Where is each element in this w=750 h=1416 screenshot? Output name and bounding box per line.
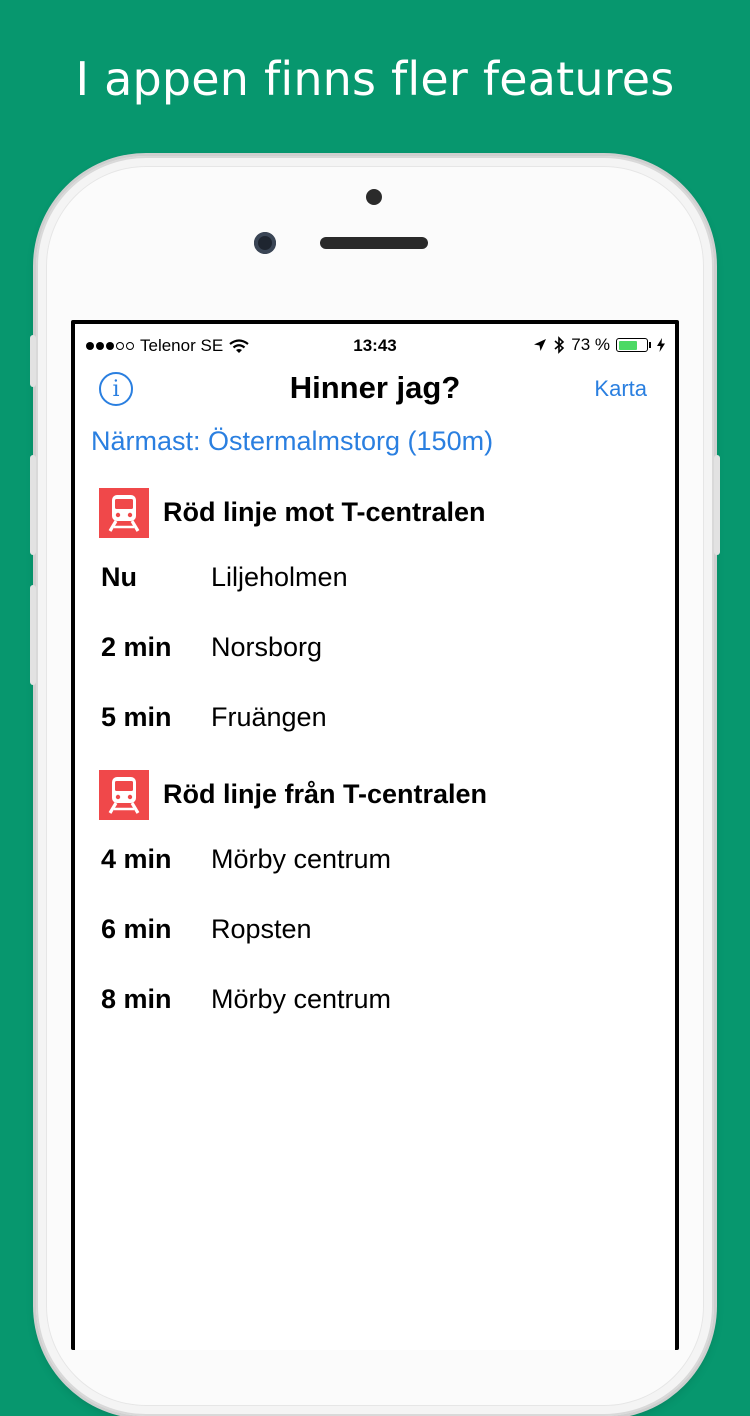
metro-train-icon: [99, 770, 149, 820]
departure-row[interactable]: 2 min Norsborg: [75, 626, 675, 696]
navigation-bar: i Hinner jag? Karta: [75, 364, 675, 416]
metro-train-icon: [99, 488, 149, 538]
promo-headline: I appen finns fler features: [75, 52, 675, 106]
departure-time: 2 min: [101, 632, 172, 662]
app-screen: Telenor SE 13:43 73 % i Hinner jag? Kart…: [75, 324, 675, 1350]
departure-row[interactable]: 6 min Ropsten: [75, 908, 675, 978]
departure-time: Nu: [101, 562, 137, 592]
departure-time: 5 min: [101, 702, 172, 732]
departure-destination: Norsborg: [211, 632, 323, 662]
departure-destination: Fruängen: [211, 702, 327, 732]
battery-level-fill: [618, 340, 638, 350]
departure-destination: Mörby centrum: [211, 984, 392, 1014]
battery-tip: [649, 342, 651, 348]
status-right: 73 %: [533, 335, 665, 355]
section-title: Röd linje mot T-centralen: [163, 497, 486, 527]
earpiece-speaker: [320, 237, 428, 249]
front-sensor: [366, 189, 382, 205]
departure-destination: Liljeholmen: [211, 562, 348, 592]
section-title: Röd linje från T-centralen: [163, 779, 488, 809]
charging-icon: [657, 338, 665, 352]
departure-row[interactable]: 8 min Mörby centrum: [75, 978, 675, 1048]
page-title: Hinner jag?: [289, 370, 461, 405]
section-header: Röd linje mot T-centralen: [75, 484, 675, 556]
section-1: Röd linje mot T-centralen Nu Liljeholmen…: [75, 484, 675, 766]
power-button: [714, 455, 720, 555]
departure-time: 8 min: [101, 984, 172, 1014]
departure-row[interactable]: 4 min Mörby centrum: [75, 838, 675, 908]
departure-row[interactable]: 5 min Fruängen: [75, 696, 675, 766]
departure-row[interactable]: Nu Liljeholmen: [75, 556, 675, 626]
battery-percent: 73 %: [571, 335, 610, 354]
battery-icon: [616, 338, 648, 352]
departure-destination: Ropsten: [211, 914, 312, 944]
bluetooth-icon: [554, 336, 565, 354]
departure-time: 4 min: [101, 844, 172, 874]
mute-switch: [30, 335, 36, 387]
departures-list: Röd linje mot T-centralen Nu Liljeholmen…: [75, 484, 675, 1048]
location-arrow-icon: [534, 339, 547, 351]
phone-screen: Telenor SE 13:43 73 % i Hinner jag? Kart…: [71, 320, 679, 1350]
volume-up-button: [30, 455, 36, 555]
map-button[interactable]: Karta: [594, 376, 647, 402]
status-bar: Telenor SE 13:43 73 %: [75, 324, 675, 364]
departure-destination: Mörby centrum: [211, 844, 392, 874]
section-header: Röd linje från T-centralen: [75, 766, 675, 838]
section-2: Röd linje från T-centralen 4 min Mörby c…: [75, 766, 675, 1048]
volume-down-button: [30, 585, 36, 685]
front-camera: [254, 232, 276, 254]
departure-time: 6 min: [101, 914, 172, 944]
nearest-station[interactable]: Närmast: Östermalmstorg (150m): [91, 426, 493, 457]
